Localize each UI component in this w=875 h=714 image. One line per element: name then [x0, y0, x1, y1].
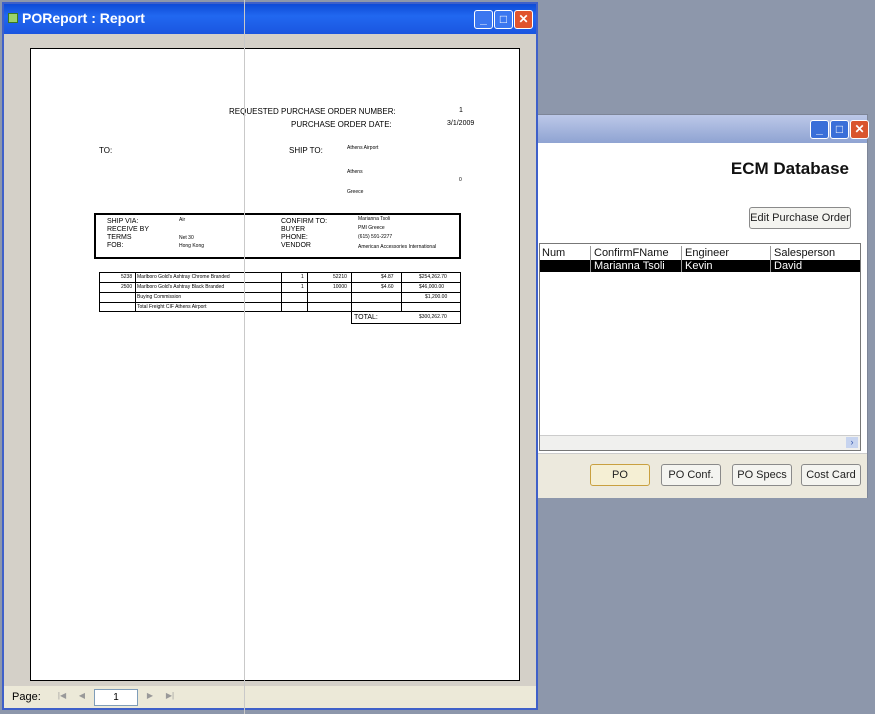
item-total: $254,262.70 — [419, 274, 447, 280]
button-panel: PO PO Conf. PO Specs Cost Card — [534, 453, 867, 498]
req-po-label: REQUESTED PURCHASE ORDER NUMBER: — [229, 107, 396, 116]
ship-to-zero: 0 — [459, 177, 462, 183]
total-value: $300,262.70 — [419, 314, 447, 320]
item-desc: Total Freight CIF Athens Airport — [137, 304, 207, 310]
page-title: ECM Database — [730, 159, 849, 178]
item-b: 10000 — [333, 284, 347, 290]
po-specs-button[interactable]: PO Specs — [732, 464, 792, 486]
item-price: $4.60 — [381, 284, 394, 290]
info-value: American Accessories International — [358, 244, 437, 250]
close-button[interactable]: ✕ — [514, 10, 533, 29]
info-value: Hong Kong — [179, 243, 205, 249]
info-label: VENDOR — [281, 242, 311, 249]
item-desc: Marlboro Gold's Ashtray Black Branded — [137, 284, 225, 290]
row-divider — [99, 302, 461, 303]
orders-grid[interactable]: Num ConfirmFName Engineer Salesperson Ma… — [539, 243, 861, 451]
po-button[interactable]: PO — [590, 464, 650, 486]
info-value: (615) 591-2277 — [358, 234, 393, 240]
last-page-icon[interactable]: ▶| — [164, 690, 176, 702]
cell-engineer: Kevin — [685, 260, 713, 272]
item-a: 1 — [301, 274, 304, 280]
maximize-icon: □ — [499, 12, 508, 26]
cell-salesperson: David — [774, 260, 803, 272]
row-divider — [99, 282, 461, 283]
column-divider — [770, 246, 771, 272]
page-number-input[interactable]: 1 — [94, 689, 138, 706]
cost-card-button[interactable]: Cost Card — [801, 464, 861, 486]
info-label: TERMS — [107, 234, 132, 241]
item-b: 52210 — [333, 274, 347, 280]
info-label: CONFIRM TO: — [281, 218, 328, 225]
col-header-num[interactable]: Num — [542, 246, 565, 260]
report-page: REQUESTED PURCHASE ORDER NUMBER: 1 PURCH… — [30, 48, 520, 681]
item-desc: Buying Commission — [137, 294, 182, 300]
column-divider — [681, 246, 682, 272]
info-value: Net 30 — [179, 235, 194, 241]
col-header-engineer[interactable]: Engineer — [685, 246, 729, 260]
info-label: BUYER — [281, 226, 306, 233]
item-qty: 2500 — [121, 284, 133, 290]
ecm-database-window: _ □ ✕ ECM Database Edit Purchase Order N… — [533, 114, 869, 498]
minimize-button[interactable]: _ — [474, 10, 493, 29]
cell-confirmfname: Marianna Tsoli — [594, 260, 665, 272]
column-divider — [590, 246, 591, 272]
item-price: $4.87 — [381, 274, 394, 280]
total-label: TOTAL: — [354, 314, 378, 321]
info-value: PMI Greece — [358, 225, 385, 231]
scroll-right-icon[interactable]: › — [846, 437, 858, 448]
minimize-button[interactable]: _ — [810, 120, 829, 139]
col-divider — [281, 272, 282, 312]
maximize-button[interactable]: □ — [494, 10, 513, 29]
minimize-icon: _ — [480, 12, 487, 26]
close-icon: ✕ — [854, 122, 865, 136]
po-conf-button[interactable]: PO Conf. — [661, 464, 721, 486]
ship-to-line: Athens — [347, 169, 363, 175]
ship-to-label: SHIP TO: — [289, 146, 323, 155]
info-box — [94, 213, 461, 259]
col-divider — [351, 272, 352, 312]
edit-purchase-order-button[interactable]: Edit Purchase Order — [749, 207, 851, 229]
prev-page-icon[interactable]: ◀ — [76, 690, 88, 702]
next-page-icon[interactable]: ▶ — [144, 690, 156, 702]
info-value: Marianna Tsoli — [358, 216, 391, 222]
col-divider — [135, 272, 136, 312]
overlay-line — [244, 0, 245, 714]
horizontal-scrollbar[interactable]: › — [540, 435, 860, 450]
info-label: PHONE: — [281, 234, 308, 241]
page-label: Page: — [12, 691, 41, 703]
col-header-salesperson[interactable]: Salesperson — [774, 246, 835, 260]
col-divider — [307, 272, 308, 312]
poreport-title-bar[interactable]: POReport : Report _ □ ✕ — [4, 4, 536, 34]
ship-to-line: Athens Airport — [347, 145, 379, 151]
poreport-window: POReport : Report _ □ ✕ REQUESTED PURCHA… — [2, 2, 538, 710]
col-header-confirmfname[interactable]: ConfirmFName — [594, 246, 669, 260]
item-total: $46,000.00 — [419, 284, 445, 290]
to-label: TO: — [99, 146, 113, 155]
po-date-label: PURCHASE ORDER DATE: — [291, 120, 392, 129]
first-page-icon[interactable]: |◀ — [56, 690, 68, 702]
ecm-title-bar[interactable]: _ □ ✕ — [534, 115, 869, 143]
close-icon: ✕ — [518, 12, 529, 26]
close-button[interactable]: ✕ — [850, 120, 869, 139]
req-po-value: 1 — [459, 107, 463, 114]
item-qty: 5238 — [121, 274, 133, 280]
po-date-value: 3/1/2009 — [447, 120, 475, 127]
info-label: FOB: — [107, 242, 124, 249]
item-a: 1 — [301, 284, 304, 290]
maximize-icon: □ — [835, 122, 844, 136]
ship-to-line: Greece — [347, 189, 364, 195]
minimize-icon: _ — [816, 122, 823, 136]
window-title: POReport : Report — [22, 10, 145, 26]
info-label: SHIP VIA: — [107, 218, 139, 225]
item-total: $1,200.00 — [425, 294, 448, 300]
maximize-button[interactable]: □ — [830, 120, 849, 139]
info-value: Air — [179, 217, 186, 223]
status-bar: Page: |◀ ◀ 1 ▶ ▶| — [4, 686, 536, 708]
item-desc: Marlboro Gold's Ashtray Chrome Branded — [137, 274, 230, 280]
info-label: RECEIVE BY — [107, 226, 150, 233]
col-divider — [401, 272, 402, 312]
report-icon — [8, 13, 18, 23]
row-divider — [99, 292, 461, 293]
